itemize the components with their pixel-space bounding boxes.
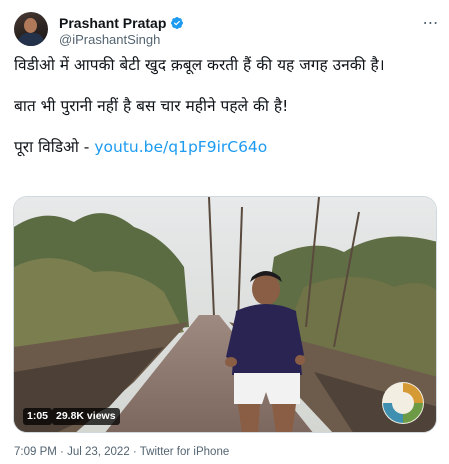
tweet-time[interactable]: 7:09 PM bbox=[14, 446, 57, 458]
avatar-face bbox=[24, 18, 37, 33]
video-thumbnail[interactable] bbox=[13, 196, 437, 433]
avatar-body bbox=[18, 33, 44, 46]
video-duration-badge: 1:05 bbox=[23, 408, 53, 425]
tweet-text-link-prefix: पूरा विडिओ - bbox=[14, 138, 95, 156]
author-name-row: Prashant Pratap bbox=[59, 14, 184, 32]
meta-separator: · bbox=[56, 446, 68, 458]
youtube-link[interactable]: youtu.be/q1pF9irC64o bbox=[94, 138, 267, 156]
more-horizontal-icon: ⋯ bbox=[422, 15, 440, 32]
more-options-button[interactable]: ⋯ bbox=[420, 14, 442, 32]
author-display-name[interactable]: Prashant Pratap bbox=[59, 15, 166, 31]
avatar[interactable] bbox=[14, 12, 48, 46]
tweet-text: विडीओ में आपकी बेटी खुद क़बूल करती हैं क… bbox=[14, 54, 439, 159]
tweet-date[interactable]: Jul 23, 2022 bbox=[67, 446, 130, 458]
channel-watermark-logo bbox=[382, 382, 424, 424]
video-frame-image bbox=[14, 197, 436, 432]
author-handle[interactable]: @iPrashantSingh bbox=[59, 32, 160, 47]
video-views-badge: 29.8K views bbox=[52, 408, 120, 425]
meta-separator: · bbox=[129, 446, 140, 458]
tweet-text-line3: पूरा विडिओ - youtu.be/q1pF9irC64o bbox=[14, 136, 439, 159]
tweet-text-line2: बात भी पुरानी नहीं है बस चार महीने पहले … bbox=[14, 97, 289, 115]
tweet-metadata: 7:09 PM · Jul 23, 2022 · Twitter for iPh… bbox=[14, 446, 229, 458]
tweet-text-line1: विडीओ में आपकी बेटी खुद क़बूल करती हैं क… bbox=[14, 56, 385, 74]
tweet-card: Prashant Pratap @iPrashantSingh ⋯ विडीओ … bbox=[0, 0, 449, 464]
tweet-source[interactable]: Twitter for iPhone bbox=[140, 446, 229, 458]
verified-badge-icon bbox=[170, 16, 184, 30]
